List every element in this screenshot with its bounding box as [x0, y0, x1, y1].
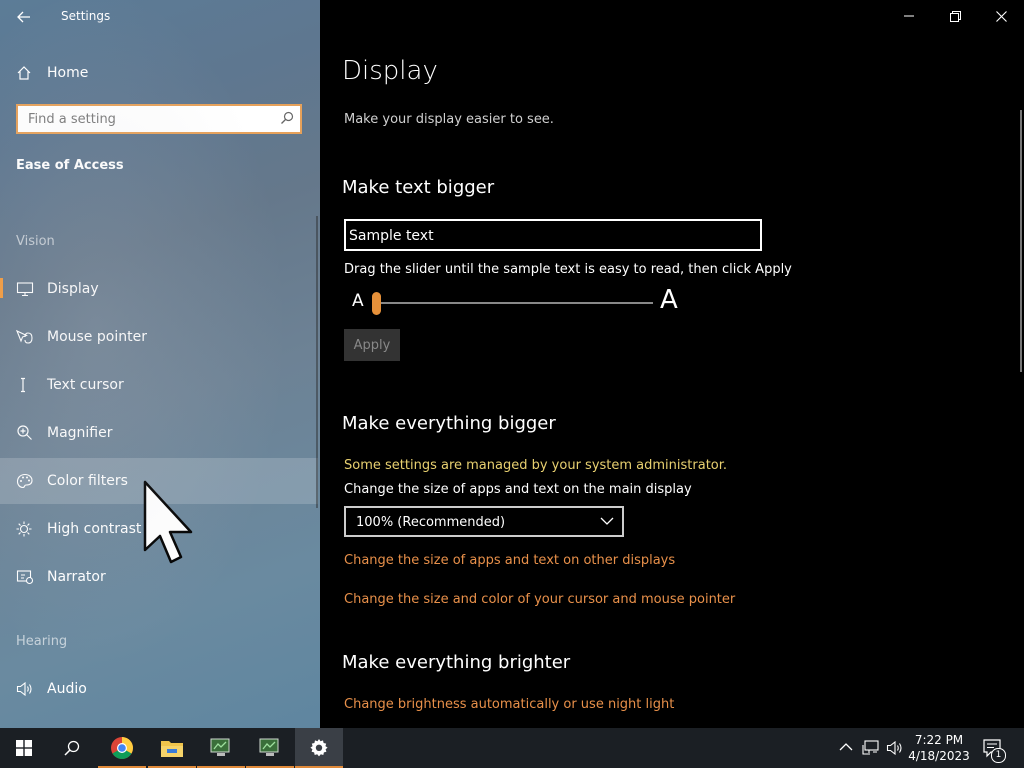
- close-icon: [995, 10, 1007, 22]
- taskbar-file-explorer-button[interactable]: [148, 728, 196, 768]
- slider-max-label: A: [660, 285, 678, 315]
- windows-logo-icon: [16, 740, 32, 756]
- group-header-vision: Vision: [16, 234, 55, 249]
- link-cursor-settings[interactable]: Change the size and color of your cursor…: [344, 592, 735, 607]
- search-input[interactable]: [18, 106, 278, 132]
- section-heading-text-bigger: Make text bigger: [342, 177, 495, 198]
- search-icon: [281, 111, 294, 124]
- restore-icon: [949, 10, 961, 22]
- taskbar-search-button[interactable]: [48, 728, 96, 768]
- minimize-button[interactable]: [886, 0, 932, 32]
- size-dropdown-label: Change the size of apps and text on the …: [344, 482, 692, 497]
- slider-hint: Drag the slider until the sample text is…: [344, 262, 792, 277]
- taskbar-settings-button[interactable]: [295, 728, 343, 768]
- taskbar-chrome-button[interactable]: [98, 728, 146, 768]
- back-arrow-icon: [17, 11, 30, 23]
- clock-date: 4/18/2023: [908, 749, 970, 763]
- page-title: Display: [342, 56, 438, 86]
- monitor-app-icon: [259, 738, 279, 756]
- narrator-icon: [16, 570, 34, 585]
- main-content: Display Make your display easier to see.…: [320, 0, 1024, 728]
- volume-icon[interactable]: [886, 740, 904, 756]
- section-heading-everything-brighter: Make everything brighter: [342, 652, 571, 673]
- mouse-cursor-icon: [143, 480, 193, 564]
- main-scrollbar[interactable]: [1020, 110, 1022, 372]
- mouse-pointer-icon: [16, 329, 33, 344]
- chevron-up-icon[interactable]: [839, 742, 853, 752]
- section-heading-everything-bigger: Make everything bigger: [342, 413, 556, 434]
- sidebar-item-label: Color filters: [47, 473, 128, 489]
- sun-icon: [16, 521, 32, 537]
- clock-time: 7:22 PM: [914, 733, 964, 747]
- sidebar-item-text-cursor[interactable]: Text cursor: [0, 362, 318, 408]
- link-other-displays[interactable]: Change the size of apps and text on othe…: [344, 553, 675, 568]
- sidebar-item-label: Display: [47, 281, 99, 297]
- sidebar-item-mouse-pointer[interactable]: Mouse pointer: [0, 314, 318, 360]
- slider-min-label: A: [352, 291, 364, 311]
- admin-notice: Some settings are managed by your system…: [344, 458, 728, 473]
- text-size-slider-thumb[interactable]: [372, 292, 381, 315]
- back-button[interactable]: [10, 6, 38, 28]
- palette-icon: [16, 473, 33, 489]
- size-dropdown[interactable]: 100% (Recommended): [344, 506, 624, 537]
- title-bar-left: Settings: [0, 0, 320, 34]
- link-brightness[interactable]: Change brightness automatically or use n…: [344, 697, 674, 712]
- sidebar-item-audio[interactable]: Audio: [0, 666, 318, 712]
- restore-button[interactable]: [932, 0, 978, 32]
- group-header-hearing: Hearing: [16, 634, 68, 649]
- chrome-icon: [111, 737, 133, 759]
- speaker-icon: [16, 681, 32, 697]
- size-dropdown-value: 100% (Recommended): [356, 515, 506, 530]
- sidebar-item-label: Text cursor: [47, 377, 124, 393]
- sidebar-item-label: Audio: [47, 681, 87, 697]
- text-cursor-icon: [21, 377, 25, 393]
- start-button[interactable]: [0, 728, 48, 768]
- notification-badge: 1: [991, 748, 1006, 763]
- settings-sidebar: Settings Home Ease of Access Vision Disp…: [0, 0, 320, 728]
- section-title: Ease of Access: [16, 158, 124, 173]
- chevron-down-icon: [600, 517, 614, 525]
- sidebar-item-label: Magnifier: [47, 425, 113, 441]
- page-subtitle: Make your display easier to see.: [344, 112, 554, 127]
- taskbar-clock[interactable]: 7:22 PM 4/18/2023: [904, 732, 974, 764]
- minimize-icon: [904, 15, 914, 17]
- sidebar-item-label: Mouse pointer: [47, 329, 147, 345]
- notification-center-button[interactable]: 1: [980, 736, 1006, 763]
- close-button[interactable]: [978, 0, 1024, 32]
- taskbar-app-button-2[interactable]: [246, 728, 294, 768]
- apply-button[interactable]: Apply: [344, 329, 400, 361]
- sidebar-item-magnifier[interactable]: Magnifier: [0, 410, 318, 456]
- taskbar-app-button-1[interactable]: [197, 728, 245, 768]
- home-label: Home: [47, 65, 89, 81]
- sample-text: Sample text: [349, 228, 434, 244]
- network-icon[interactable]: [862, 740, 880, 756]
- text-size-slider-track[interactable]: [374, 302, 653, 304]
- sidebar-item-display[interactable]: Display: [0, 266, 318, 312]
- search-box[interactable]: [16, 104, 302, 134]
- monitor-app-icon: [210, 738, 230, 756]
- home-nav-item[interactable]: Home: [0, 58, 320, 88]
- search-icon: [64, 740, 80, 756]
- taskbar: 7:22 PM 4/18/2023 1: [0, 728, 1024, 768]
- sample-text-box: Sample text: [344, 219, 762, 251]
- sidebar-item-label: Narrator: [47, 569, 106, 585]
- app-title: Settings: [61, 9, 111, 23]
- home-icon: [17, 66, 31, 80]
- gear-icon: [310, 739, 328, 757]
- magnifier-icon: [17, 425, 32, 440]
- sidebar-item-label: High contrast: [47, 521, 142, 537]
- monitor-icon: [16, 282, 34, 297]
- sidebar-scrollbar[interactable]: [316, 216, 318, 508]
- folder-icon: [161, 741, 183, 757]
